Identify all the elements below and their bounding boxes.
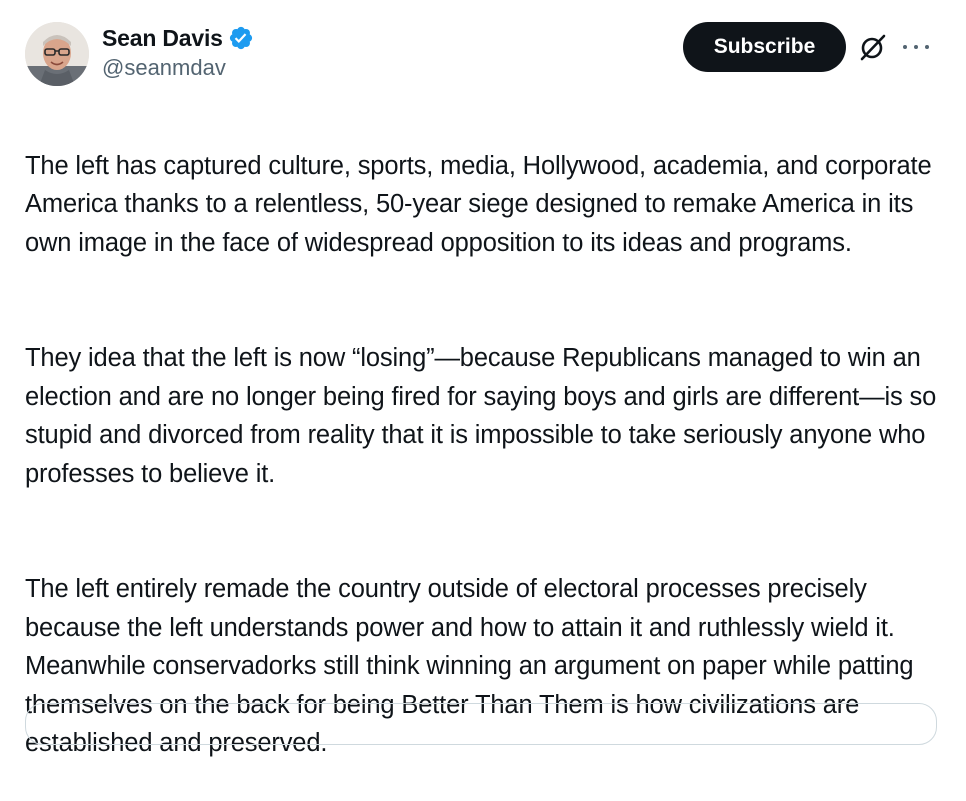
dot	[925, 45, 929, 49]
embedded-card[interactable]	[25, 703, 937, 745]
tweet-text: The left has captured culture, sports, m…	[25, 108, 950, 801]
user-handle[interactable]: @seanmdav	[102, 55, 254, 81]
avatar-photo-icon	[25, 22, 89, 86]
tweet-paragraph: They idea that the left is now “losing”—…	[25, 344, 937, 488]
more-dots-icon[interactable]	[903, 40, 929, 54]
grok-slash-icon[interactable]	[857, 31, 889, 63]
subscribe-button[interactable]: Subscribe	[683, 22, 846, 72]
name-row: Sean Davis	[102, 22, 254, 54]
display-name[interactable]: Sean Davis	[102, 25, 223, 52]
dot	[903, 45, 907, 49]
verified-badge-icon[interactable]	[228, 25, 254, 51]
tweet-paragraph: The left has captured culture, sports, m…	[25, 151, 932, 257]
dot	[914, 45, 918, 49]
tweet: Sean Davis @seanmdav Subscribe The left …	[0, 0, 966, 757]
user-info: Sean Davis @seanmdav	[102, 22, 254, 81]
avatar[interactable]	[25, 22, 89, 86]
